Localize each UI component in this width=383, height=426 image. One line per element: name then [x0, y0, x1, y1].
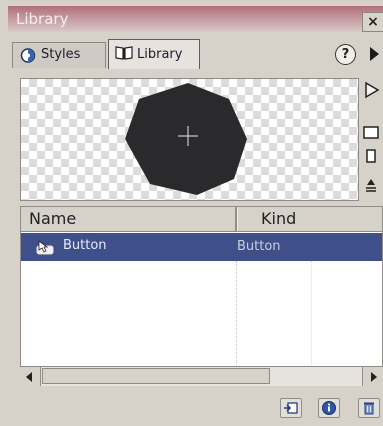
play-preview-icon[interactable]	[361, 80, 381, 100]
panel-menu-arrow-icon[interactable]	[370, 47, 379, 61]
sort-order-icon[interactable]	[361, 175, 381, 195]
scroll-right-button[interactable]	[362, 367, 383, 386]
trash-icon	[364, 402, 374, 415]
tab-styles[interactable]: Styles	[12, 42, 106, 68]
panel-title: Library	[16, 10, 69, 28]
properties-icon	[322, 401, 336, 415]
scroll-thumb[interactable]	[42, 368, 270, 384]
wide-view-icon[interactable]	[361, 122, 381, 142]
narrow-view-icon[interactable]	[361, 146, 381, 166]
item-name: Button	[63, 238, 107, 253]
bottom-toolbar	[8, 390, 383, 426]
list-header: Name Kind	[21, 207, 382, 232]
column-guide	[236, 261, 237, 371]
column-divider[interactable]	[235, 207, 238, 231]
tab-library-label: Library	[137, 47, 183, 62]
column-guide	[311, 261, 312, 371]
symbol-preview	[20, 78, 359, 201]
column-header-name[interactable]: Name	[29, 209, 76, 228]
item-kind: Button	[237, 239, 281, 254]
tab-row: Styles Library ?	[8, 36, 383, 72]
tab-library[interactable]: Library	[108, 39, 200, 69]
title-bar[interactable]: Library ×	[8, 6, 383, 32]
new-symbol-icon	[284, 402, 298, 414]
preview-side-tools	[359, 80, 383, 204]
horizontal-scrollbar[interactable]	[20, 366, 383, 386]
button-symbol-icon	[36, 240, 54, 255]
library-list: Name Kind Button Button	[20, 206, 383, 386]
properties-button[interactable]	[318, 398, 340, 418]
close-button[interactable]: ×	[362, 12, 383, 32]
heptagon-symbol	[125, 83, 247, 195]
column-header-kind[interactable]: Kind	[261, 209, 296, 228]
tab-styles-label: Styles	[41, 47, 81, 62]
new-symbol-button[interactable]	[280, 398, 302, 418]
symbol-preview-canvas	[125, 83, 247, 195]
styles-icon	[20, 48, 36, 63]
delete-button[interactable]	[358, 398, 380, 418]
library-book-icon	[115, 46, 133, 60]
help-button[interactable]: ?	[335, 44, 356, 65]
library-panel: Library × Styles Library ? Name Kind But…	[0, 0, 383, 426]
scroll-left-button[interactable]	[20, 367, 41, 386]
list-item[interactable]: Button Button	[21, 233, 382, 261]
